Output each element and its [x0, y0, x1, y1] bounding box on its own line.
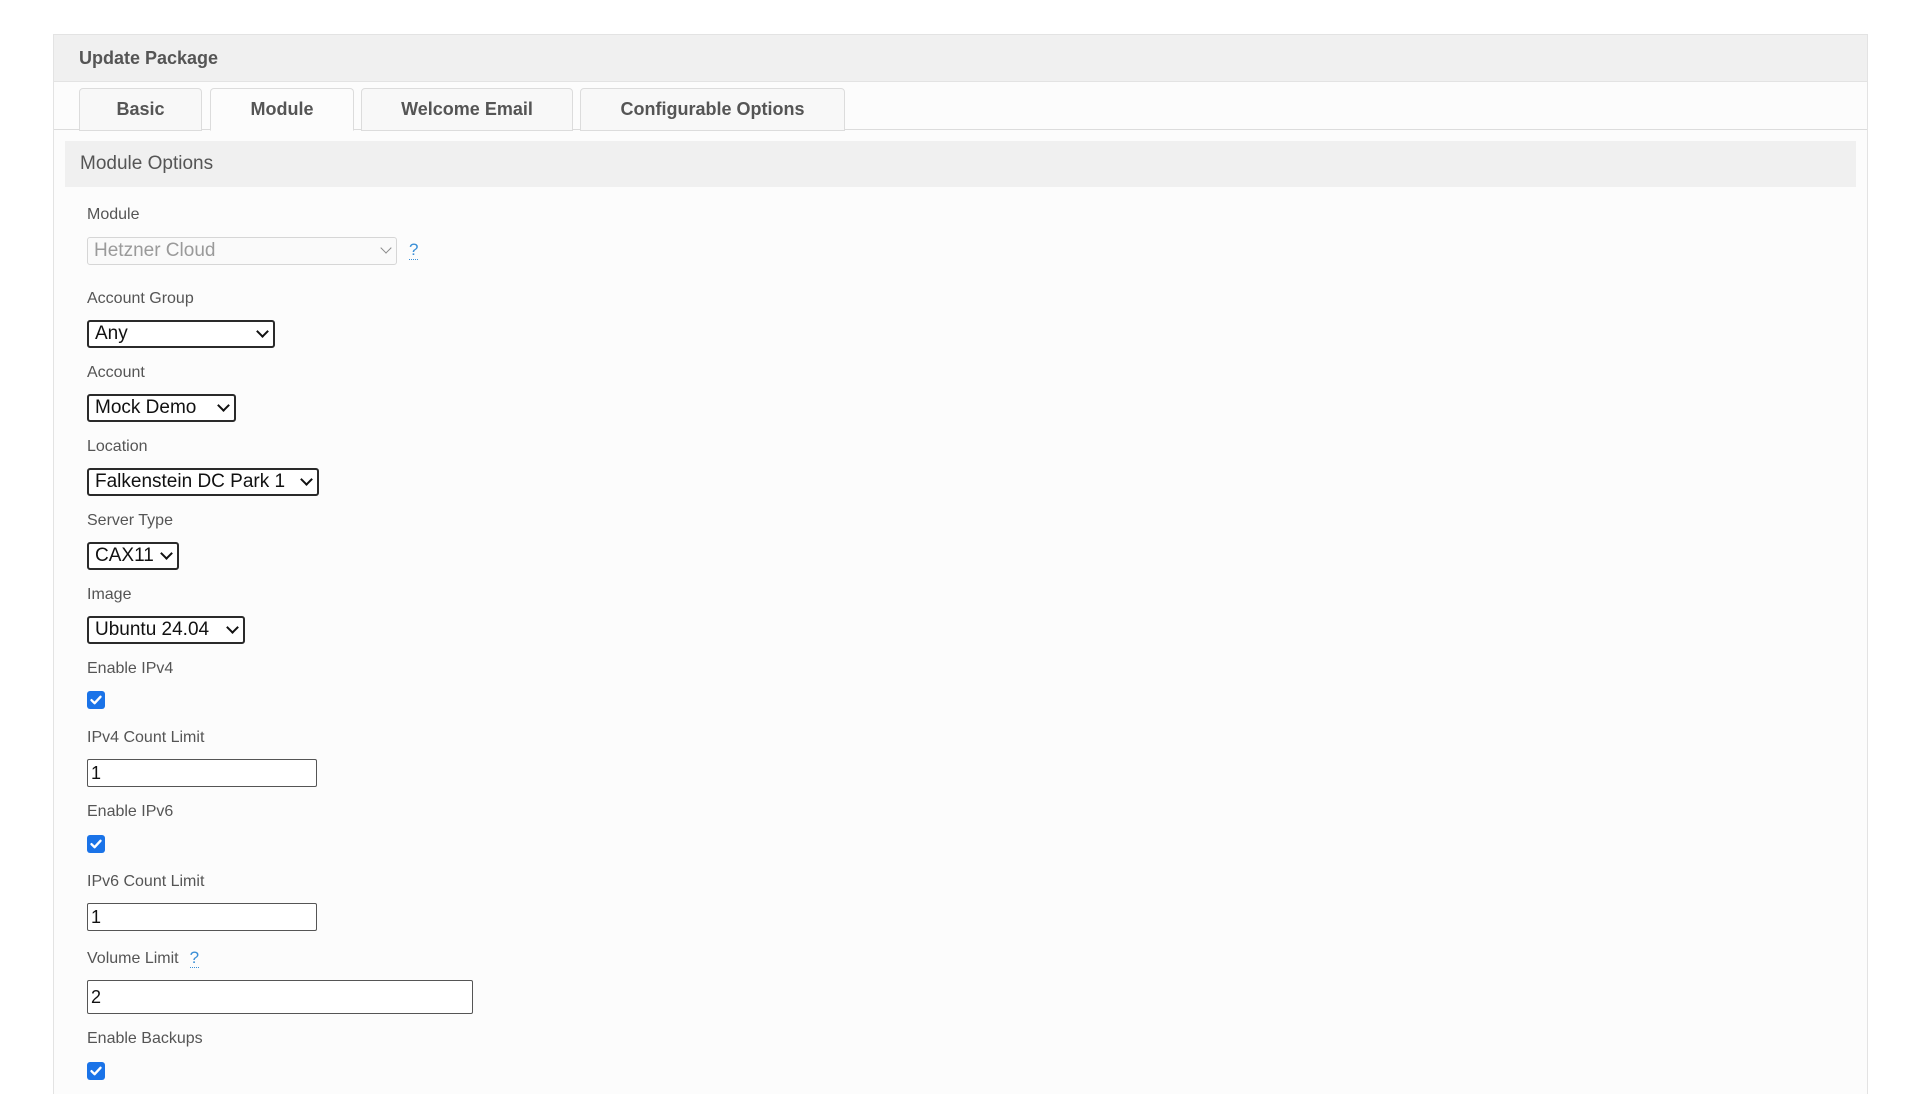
ipv6-count-limit-label: IPv6 Count Limit [87, 873, 205, 890]
ipv4-count-limit-label: IPv4 Count Limit [87, 729, 205, 746]
volume-limit-label: Volume Limit ? [87, 949, 200, 968]
module-select: Hetzner Cloud [87, 237, 397, 265]
enable-ipv4-checkbox[interactable] [87, 691, 105, 709]
panel-title: Update Package [54, 35, 1867, 82]
checkmark-icon [90, 839, 102, 849]
ipv6-count-limit-input[interactable]: 1 [87, 903, 317, 931]
tab-basic[interactable]: Basic [79, 88, 202, 131]
tab-welcome-email[interactable]: Welcome Email [361, 88, 573, 131]
server-type-select[interactable]: CAX11 [87, 542, 179, 570]
volume-limit-label-text: Volume Limit [87, 949, 179, 967]
account-label: Account [87, 364, 145, 381]
image-select[interactable]: Ubuntu 24.04 [87, 616, 245, 644]
account-group-label: Account Group [87, 290, 194, 307]
location-select[interactable]: Falkenstein DC Park 1 [87, 468, 319, 496]
volume-limit-help-icon[interactable]: ? [189, 949, 200, 968]
chevron-down-icon [217, 399, 230, 412]
account-group-select[interactable]: Any [87, 320, 275, 348]
server-type-label: Server Type [87, 512, 173, 529]
tab-module[interactable]: Module [210, 88, 354, 131]
account-group-select-value: Any [95, 323, 128, 344]
ipv4-count-limit-input[interactable]: 1 [87, 759, 317, 787]
account-select[interactable]: Mock Demo [87, 394, 236, 422]
chevron-down-icon [380, 242, 392, 254]
checkmark-icon [90, 1066, 102, 1076]
tab-bar: Basic Module Welcome Email Configurable … [54, 82, 1867, 131]
image-label: Image [87, 586, 132, 603]
chevron-down-icon [160, 547, 173, 560]
location-label: Location [87, 438, 148, 455]
module-select-value: Hetzner Cloud [94, 240, 216, 261]
chevron-down-icon [256, 325, 269, 338]
account-select-value: Mock Demo [95, 397, 197, 418]
volume-limit-input[interactable]: 2 [87, 980, 473, 1014]
chevron-down-icon [226, 621, 239, 634]
module-help-icon[interactable]: ? [409, 241, 419, 260]
update-package-panel: Update Package Basic Module Welcome Emai… [53, 34, 1868, 1094]
module-label: Module [87, 206, 140, 223]
chevron-down-icon [300, 473, 313, 486]
enable-backups-label: Enable Backups [87, 1030, 203, 1047]
location-select-value: Falkenstein DC Park 1 [95, 471, 286, 492]
enable-ipv6-label: Enable IPv6 [87, 803, 174, 820]
tab-configurable-options[interactable]: Configurable Options [580, 88, 845, 131]
server-type-select-value: CAX11 [95, 545, 154, 566]
checkmark-icon [90, 695, 102, 705]
enable-backups-checkbox[interactable] [87, 1062, 105, 1080]
enable-ipv6-checkbox[interactable] [87, 835, 105, 853]
image-select-value: Ubuntu 24.04 [95, 619, 210, 640]
enable-ipv4-label: Enable IPv4 [87, 660, 174, 677]
section-title: Module Options [65, 141, 1856, 187]
